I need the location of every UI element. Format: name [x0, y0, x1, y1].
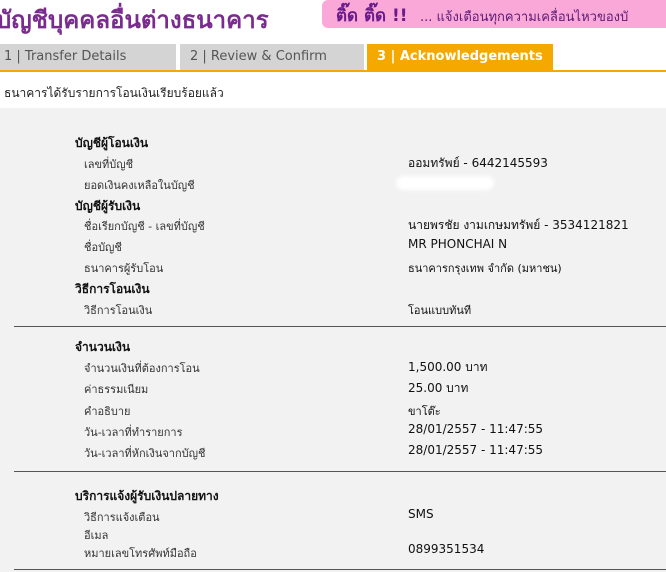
txn-time-value: 28/01/2557 - 11:47:55: [408, 422, 544, 436]
to-account-title: บัญชีผู้รับเงิน: [75, 199, 141, 213]
notify-title: บริการแจ้งผู้รับเงินปลายทาง: [75, 489, 219, 503]
step-tabs: 1 | Transfer Details 2 | Review & Confir…: [0, 44, 666, 72]
description-label: คำอธิบาย: [84, 405, 131, 418]
phone-value: 0899351534: [408, 542, 485, 556]
tab-review-confirm[interactable]: 2 | Review & Confirm: [180, 44, 364, 70]
notify-method-value: SMS: [408, 507, 434, 521]
fee-value: 25.00 บาท: [408, 381, 469, 395]
bank-value: ธนาคารกรุงเทพ จำกัด (มหาชน): [408, 262, 562, 275]
notify-method-label: วิธีการแจ้งเตือน: [84, 511, 160, 524]
fee-label: ค่าธรรมเนียม: [84, 383, 149, 396]
account-no-value: ออมทรัพย์ - 6442145593: [408, 156, 548, 170]
method-value: โอนแบบทันที: [408, 304, 472, 317]
account-no-label: เลขที่บัญชี: [84, 158, 134, 171]
amount-title: จำนวนเงิน: [75, 340, 131, 354]
method-label: วิธีการโอนเงิน: [84, 304, 153, 317]
txn-time-label: วัน-เวลาที่ทำรายการ: [84, 426, 183, 439]
alert-banner[interactable]: ติ๊ด ติ๊ด !! ... แจ้งเตือนทุกความเคลื่อน…: [322, 0, 666, 28]
from-account-title: บัญชีผู้โอนเงิน: [75, 136, 149, 150]
account-name-label: ชื่อบัญชี: [84, 241, 122, 254]
alert-tag: ติ๊ด ติ๊ด !!: [336, 6, 408, 26]
amount-label: จำนวนเงินที่ต้องการโอน: [84, 362, 200, 375]
balance-redacted: [396, 176, 494, 190]
success-notice: ธนาคารได้รับรายการโอนเงินเรียบร้อยแล้ว: [4, 86, 224, 100]
tab-transfer-details[interactable]: 1 | Transfer Details: [0, 44, 176, 70]
balance-label: ยอดเงินคงเหลือในบัญชี: [84, 179, 195, 192]
email-label: อีเมล: [84, 529, 109, 542]
divider: [14, 569, 666, 570]
alias-value: นายพรชัย งามเกษมทรัพย์ - 3534121821: [408, 218, 629, 232]
debit-time-label: วัน-เวลาที่หักเงินจากบัญชี: [84, 447, 206, 460]
page-title: บัญชีบุคคลอื่นต่างธนาคาร: [0, 6, 269, 34]
account-name-value: MR PHONCHAI N: [408, 237, 508, 251]
description-value: ขาโต๊ะ: [408, 405, 441, 418]
alias-label: ชื่อเรียกบัญชี - เลขที่บัญชี: [84, 220, 205, 233]
header: บัญชีบุคคลอื่นต่างธนาคาร ติ๊ด ติ๊ด !! ..…: [0, 0, 666, 40]
method-title: วิธีการโอนเงิน: [75, 282, 150, 296]
alert-text: ... แจ้งเตือนทุกความเคลื่อนไหวของบั: [420, 10, 629, 25]
bank-label: ธนาคารผู้รับโอน: [84, 262, 164, 275]
phone-label: หมายเลขโทรศัพท์มือถือ: [84, 547, 197, 560]
receipt-panel: บัญชีผู้โอนเงิน เลขที่บัญชี ออมทรัพย์ - …: [0, 108, 666, 572]
amount-value: 1,500.00 บาท: [408, 360, 488, 374]
debit-time-value: 28/01/2557 - 11:47:55: [408, 443, 544, 457]
divider: [14, 326, 666, 327]
tab-acknowledgements[interactable]: 3 | Acknowledgements: [367, 44, 553, 70]
divider: [14, 471, 666, 472]
